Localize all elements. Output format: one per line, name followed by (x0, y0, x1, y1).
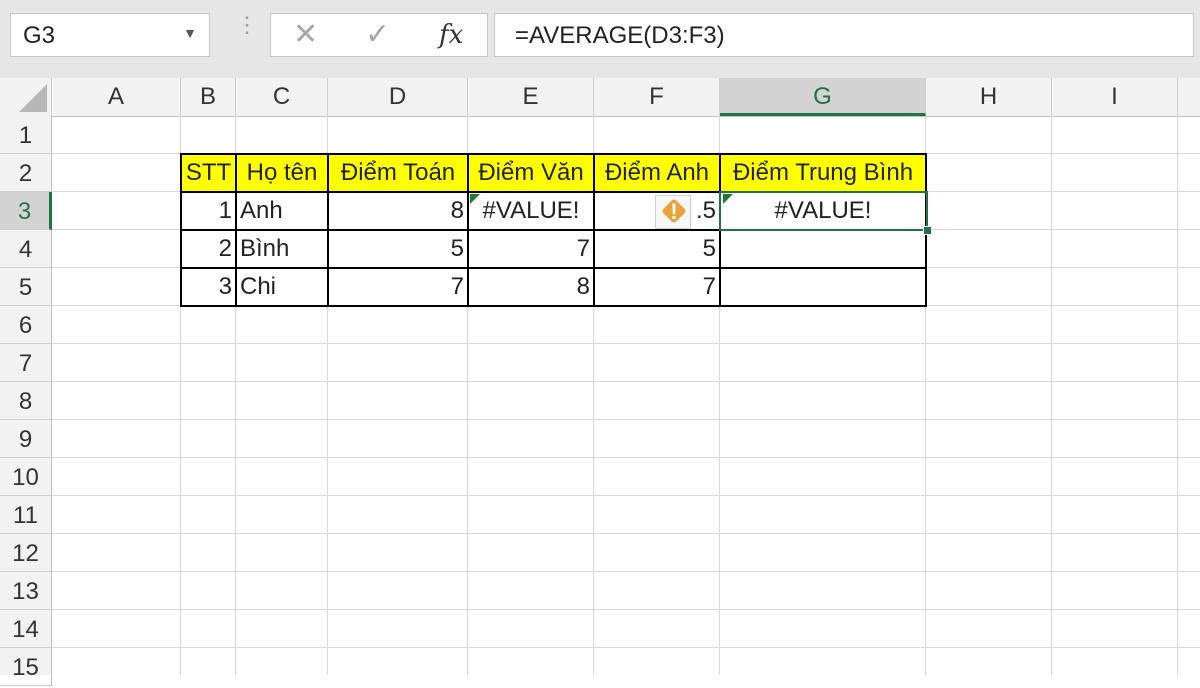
table-cell[interactable]: 7 (594, 268, 720, 306)
table-cell[interactable]: 1 (181, 192, 236, 230)
table-cell[interactable]: Anh (236, 192, 328, 230)
row-header-11[interactable]: 11 (0, 496, 52, 534)
row-headers: 1 2 3 4 5 6 7 8 9 10 11 12 13 14 15 (0, 116, 52, 686)
row-header-15[interactable]: 15 (0, 648, 52, 686)
select-all-icon (19, 84, 47, 112)
row-header-2[interactable]: 2 (0, 154, 52, 192)
row-header-8[interactable]: 8 (0, 382, 52, 420)
header-cell-diem-van[interactable]: Điểm Văn (468, 154, 594, 192)
column-header-e[interactable]: E (468, 78, 594, 116)
table-cell[interactable]: Chi (236, 268, 328, 306)
insert-function-icon[interactable]: fx (439, 20, 463, 50)
worksheet-grid: A B C D E F G H I 1 2 3 4 5 6 7 8 9 10 1… (0, 78, 1200, 686)
row-header-13[interactable]: 13 (0, 572, 52, 610)
row-header-1[interactable]: 1 (0, 116, 52, 154)
table-cell[interactable]: 5 (594, 230, 720, 268)
cancel-icon[interactable]: ✕ (293, 17, 318, 52)
table-cell[interactable] (720, 268, 926, 306)
column-header-d[interactable]: D (328, 78, 468, 116)
formula-bar: G3 ▼ ⋮ ✕ ✓ fx =AVERAGE(D3:F3) (0, 0, 1200, 78)
select-all-button[interactable] (0, 78, 52, 116)
error-indicator-icon[interactable] (470, 194, 480, 204)
chevron-down-icon[interactable]: ▼ (183, 25, 197, 41)
table-cell[interactable]: 5 (328, 230, 468, 268)
row-header-4[interactable]: 4 (0, 230, 52, 268)
table-cell[interactable]: 8 (328, 192, 468, 230)
column-header-c[interactable]: C (236, 78, 328, 116)
header-cell-diem-trung-binh[interactable]: Điểm Trung Bình (720, 154, 926, 192)
cell-area[interactable]: STT Họ tên Điểm Toán Điểm Văn Điểm Anh Đ… (52, 116, 1200, 675)
header-cell-diem-toan[interactable]: Điểm Toán (328, 154, 468, 192)
row-header-7[interactable]: 7 (0, 344, 52, 382)
column-headers: A B C D E F G H I (0, 78, 1200, 117)
column-header-a[interactable]: A (52, 78, 181, 116)
header-cell-diem-anh[interactable]: Điểm Anh (594, 154, 720, 192)
column-header-h[interactable]: H (926, 78, 1052, 116)
formula-buttons: ✕ ✓ fx (270, 13, 488, 57)
table-cell[interactable]: Bình (236, 230, 328, 268)
selected-cell-g3[interactable] (719, 191, 928, 231)
row-header-9[interactable]: 9 (0, 420, 52, 458)
warning-diamond-icon[interactable]: ! (655, 195, 691, 229)
row-header-12[interactable]: 12 (0, 534, 52, 572)
row-header-6[interactable]: 6 (0, 306, 52, 344)
row-header-3[interactable]: 3 (0, 192, 52, 230)
column-header-f[interactable]: F (594, 78, 720, 116)
name-box[interactable]: G3 ▼ (10, 13, 210, 57)
column-header-b[interactable]: B (181, 78, 236, 116)
formula-text: =AVERAGE(D3:F3) (515, 22, 725, 49)
formula-input[interactable]: =AVERAGE(D3:F3) (494, 13, 1194, 57)
table-cell[interactable]: 2 (181, 230, 236, 268)
row-header-10[interactable]: 10 (0, 458, 52, 496)
table-cell[interactable]: 3 (181, 268, 236, 306)
name-box-value: G3 (23, 22, 56, 49)
row-header-5[interactable]: 5 (0, 268, 52, 306)
grip-icon[interactable]: ⋮ (236, 14, 258, 36)
table-cell[interactable]: #VALUE! (468, 192, 594, 230)
table-cell[interactable] (720, 230, 926, 268)
fill-handle[interactable] (923, 226, 932, 235)
column-header-g[interactable]: G (720, 78, 926, 116)
enter-icon[interactable]: ✓ (365, 17, 390, 52)
header-cell-stt[interactable]: STT (181, 154, 236, 192)
table-cell[interactable]: 7 (328, 268, 468, 306)
header-cell-ho-ten[interactable]: Họ tên (236, 154, 328, 192)
table-cell[interactable]: 8 (468, 268, 594, 306)
table-cell[interactable]: 7 (468, 230, 594, 268)
column-header-i[interactable]: I (1052, 78, 1178, 116)
row-header-14[interactable]: 14 (0, 610, 52, 648)
